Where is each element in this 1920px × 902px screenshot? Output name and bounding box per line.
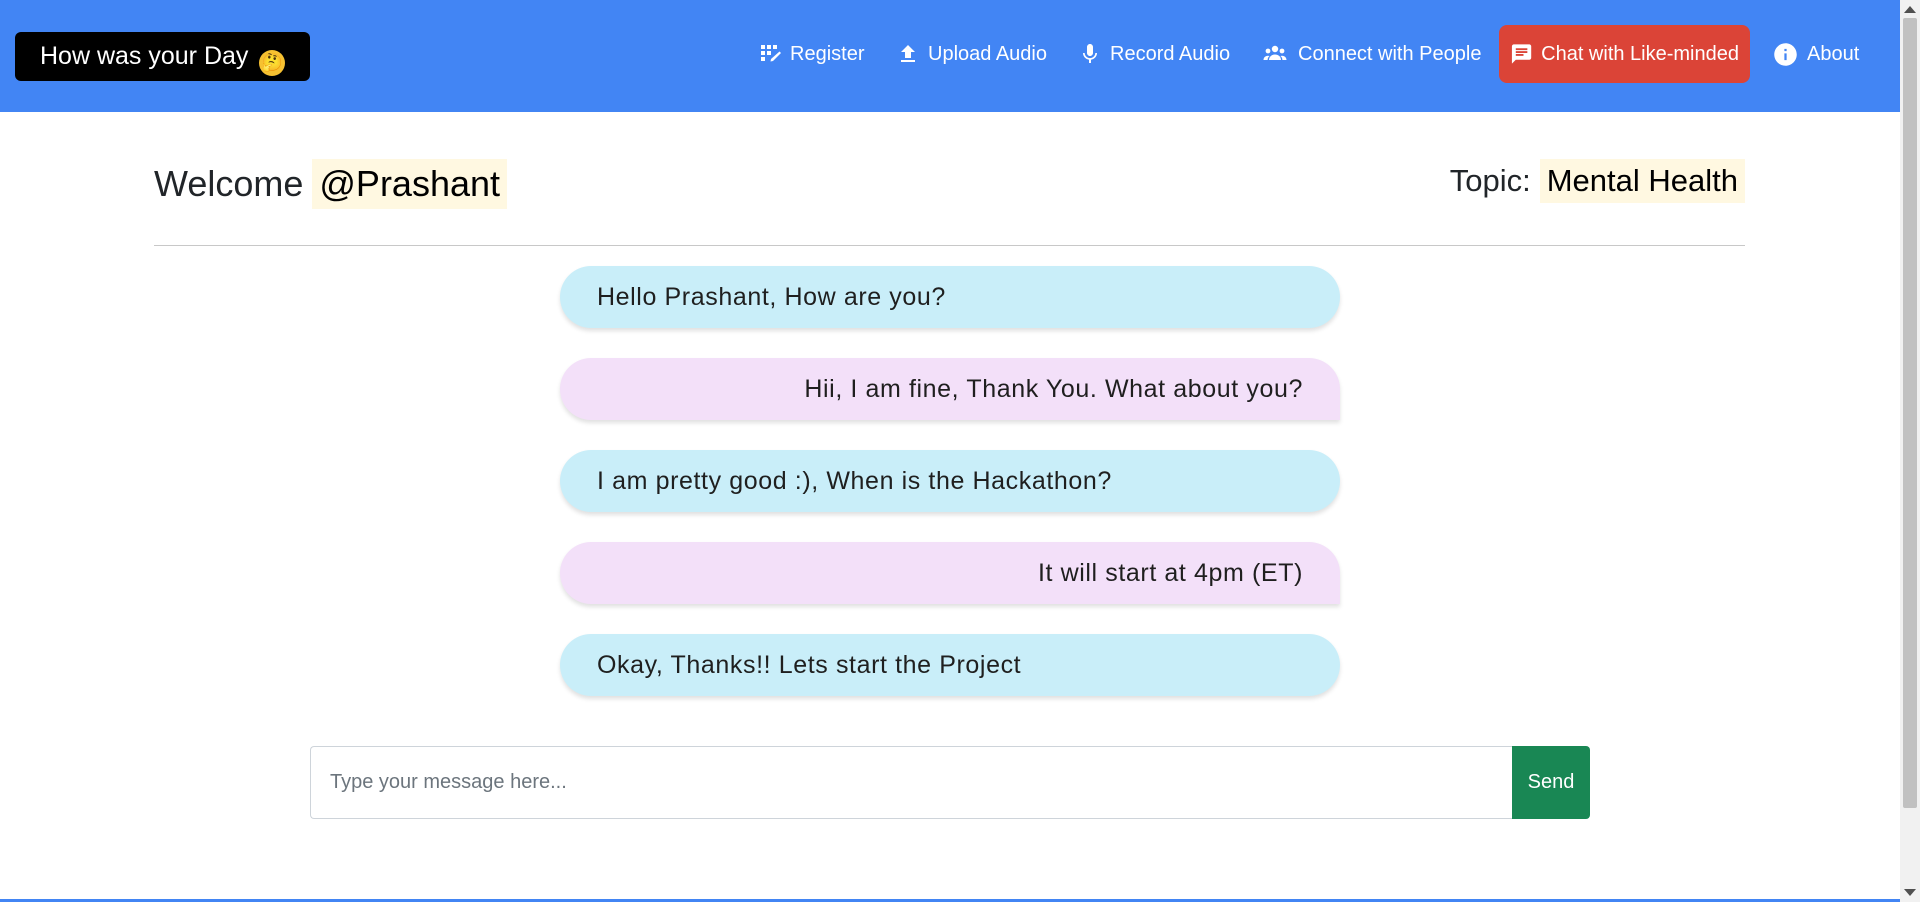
scroll-up-arrow-icon[interactable] [1904,6,1916,13]
chat-message-incoming: I am pretty good :), When is the Hackath… [560,450,1340,512]
nav-connect-with-people[interactable]: Connect with People [1260,25,1481,83]
vertical-scrollbar[interactable] [1900,0,1920,902]
navbar: How was your Day 🤔 Register Upload Audio… [0,0,1900,112]
microphone-icon [1083,44,1097,63]
chat-icon [1511,44,1532,64]
thinking-face-icon: 🤔 [259,50,286,76]
scrollbar-thumb[interactable] [1903,18,1917,808]
register-icon [761,45,781,62]
chat-message-outgoing: Hii, I am fine, Thank You. What about yo… [560,358,1340,420]
header-divider [154,245,1745,246]
info-icon [1774,42,1797,66]
send-button[interactable]: Send [1512,746,1590,819]
brand-logo[interactable]: How was your Day 🤔 [15,32,311,81]
welcome-heading: Welcome @Prashant [154,156,508,212]
nav-chat-with-like-minded-label: Chat with Like-minded [1541,42,1739,65]
message-input[interactable] [310,746,1512,819]
welcome-label: Welcome [154,163,304,204]
nav-upload-audio[interactable]: Upload Audio [896,25,1047,83]
nav-connect-with-people-label: Connect with People [1298,42,1482,65]
message-composer: Send [310,746,1590,819]
nav-record-audio[interactable]: Record Audio [1078,25,1230,83]
chat-message-outgoing: It will start at 4pm (ET) [560,542,1340,604]
message-text: Hello Prashant, How are you? [597,282,946,311]
people-icon [1263,45,1287,60]
nav-register-label: Register [790,42,865,65]
username-badge: @Prashant [312,159,508,209]
chat-message-incoming: Okay, Thanks!! Lets start the Project [560,634,1340,696]
nav-chat-with-like-minded[interactable]: Chat with Like-minded [1499,25,1750,83]
topic-heading: Topic: Mental Health [1450,156,1745,206]
chat-message-incoming: Hello Prashant, How are you? [560,266,1340,328]
nav-register[interactable]: Register [758,25,864,83]
message-text: I am pretty good :), When is the Hackath… [597,466,1112,495]
topic-label: Topic: [1449,163,1531,198]
nav-about[interactable]: About [1772,25,1859,83]
topic-badge: Mental Health [1539,159,1745,203]
message-text: It will start at 4pm (ET) [1037,558,1303,587]
nav-record-audio-label: Record Audio [1110,42,1231,65]
upload-icon [901,45,915,62]
message-text: Okay, Thanks!! Lets start the Project [597,650,1022,679]
nav-about-label: About [1807,42,1860,65]
brand-title: How was your Day [40,42,249,70]
scroll-down-arrow-icon[interactable] [1904,889,1916,896]
message-text: Hii, I am fine, Thank You. What about yo… [804,374,1303,403]
nav-upload-audio-label: Upload Audio [928,42,1047,65]
